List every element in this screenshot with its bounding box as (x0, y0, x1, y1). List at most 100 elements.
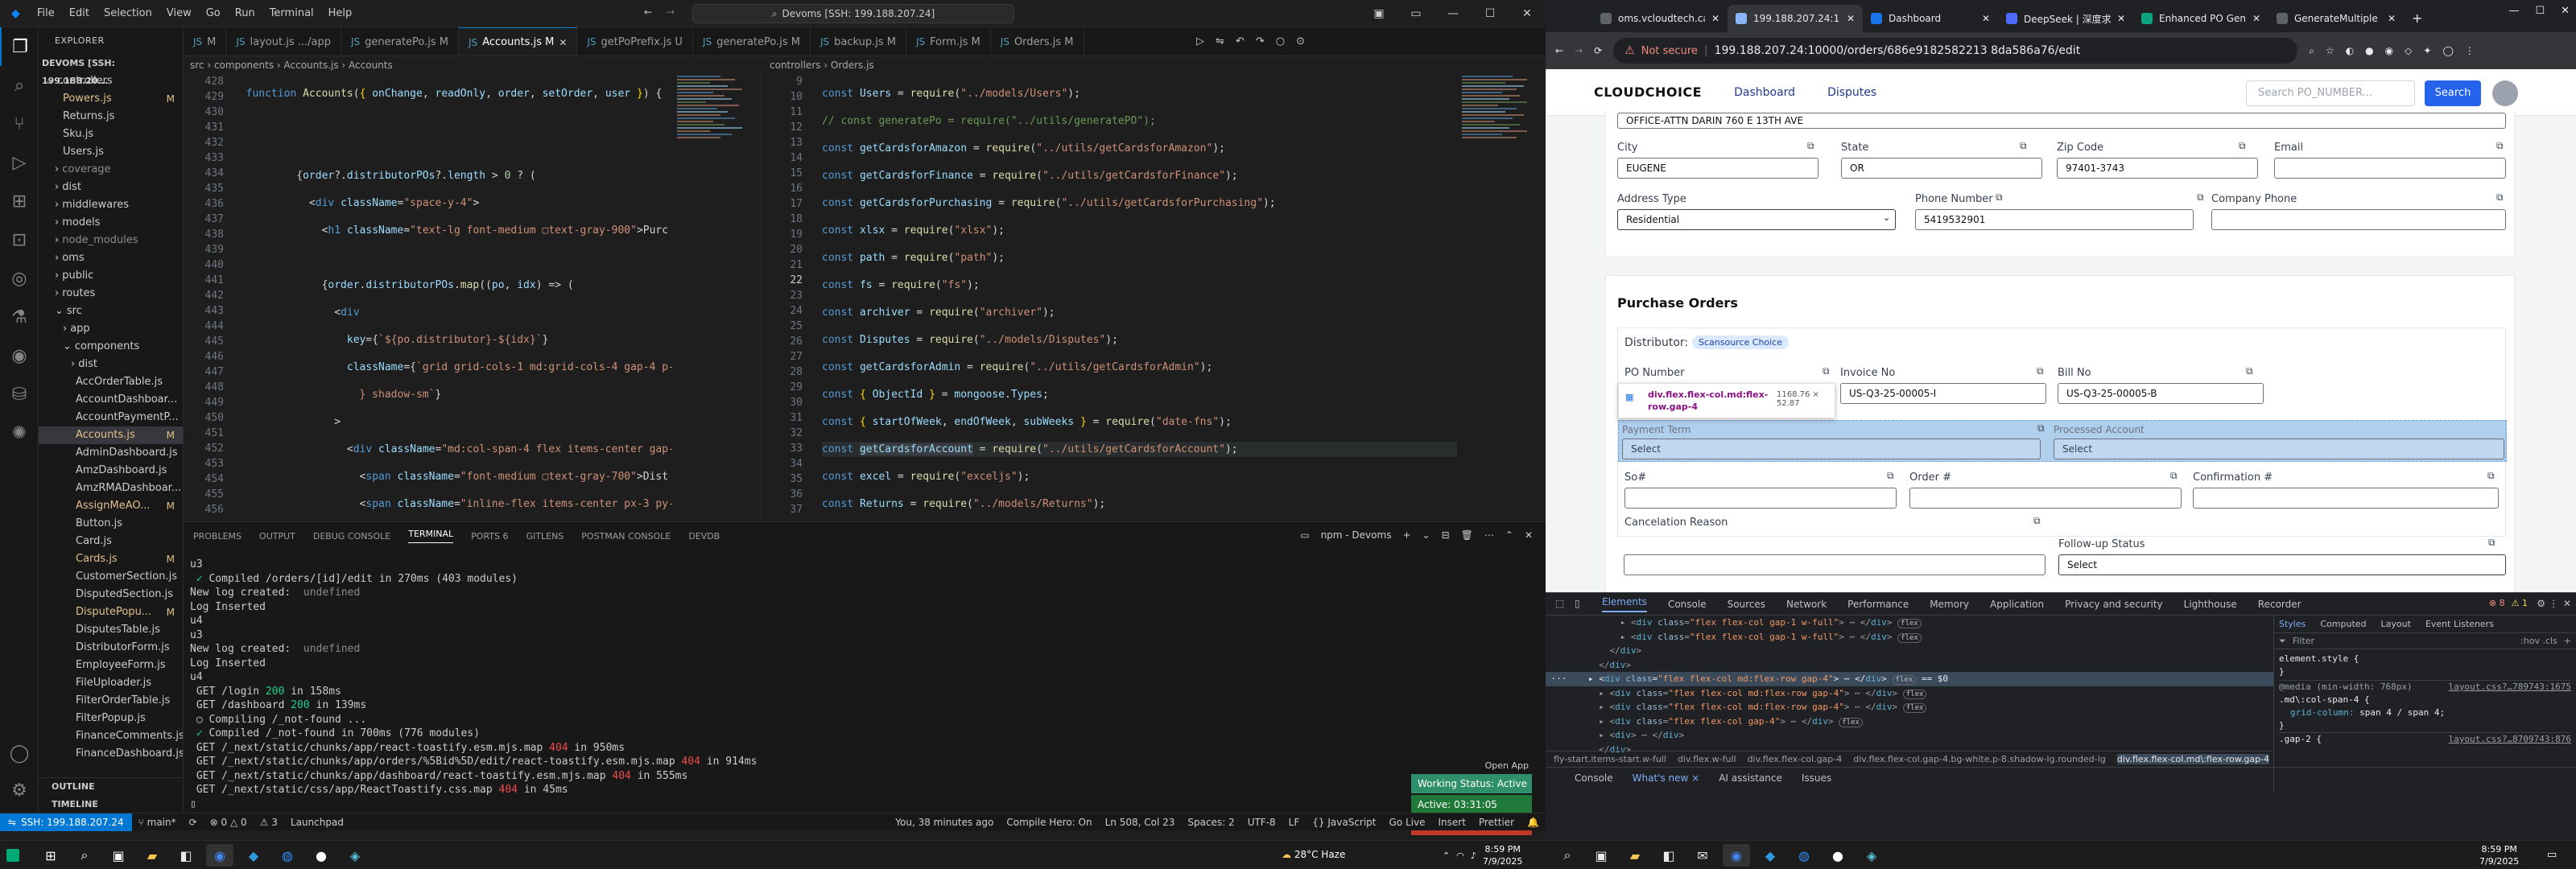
extension-icon[interactable]: ◇ (2405, 45, 2412, 56)
remote-indicator[interactable]: ⇋ SSH: 199.188.207.24 (0, 813, 132, 831)
device-icon[interactable]: ▯ (1575, 598, 1580, 609)
address-type-select[interactable]: Residential (1617, 209, 1896, 230)
close-tab-icon[interactable]: ✕ (1711, 13, 1719, 24)
tree-item[interactable]: FilterPopup.js (39, 710, 183, 727)
menu-item-terminal[interactable]: Terminal (270, 7, 314, 19)
app-icon[interactable]: ● (1824, 844, 1852, 867)
panel-tab-gitlens[interactable]: GITLENS (526, 531, 564, 542)
outline-section[interactable]: OUTLINE (39, 778, 183, 796)
nav-dashboard[interactable]: Dashboard (1734, 86, 1795, 99)
phone-field[interactable]: 5419532901 (1915, 209, 2194, 230)
inspect-icon[interactable]: ⬚ (1555, 598, 1564, 609)
devtools-tab-lighthouse[interactable]: Lighthouse (2184, 599, 2237, 610)
tree-item[interactable]: Accounts.js M (39, 426, 183, 444)
problems-indicator[interactable]: ⊗ 0 △ 0 (204, 817, 254, 828)
cursor-position[interactable]: Ln 508, Col 23 (1099, 817, 1182, 828)
devtools-tab-console[interactable]: Console (1668, 599, 1707, 610)
copy-icon[interactable]: ⧉ (2246, 365, 2253, 377)
editor-tab[interactable]: JS layout.js .../app (226, 27, 341, 56)
browser-tab[interactable]: oms.vcloudtech.ca ✕ (1592, 5, 1728, 32)
dom-breadcrumb-item[interactable]: div.flex.w-full (1678, 754, 1736, 764)
devtools-counts[interactable]: ⊗ 8 ⚠ 1 (2489, 598, 2528, 608)
search-icon[interactable]: ⌕ (71, 844, 98, 867)
tree-item[interactable]: DisputesTable.js (39, 621, 183, 639)
menu-item-go[interactable]: Go (206, 7, 221, 19)
zip-field[interactable]: 97401-3743 (2057, 158, 2258, 179)
clock[interactable]: 8:59 PM 7/9/2025 (1483, 843, 1522, 867)
extension-icon[interactable]: ● (2365, 45, 2373, 56)
devtools-tab-performance[interactable]: Performance (1847, 599, 1909, 610)
more-icon[interactable]: ⋮ (2549, 598, 2558, 609)
notification-icon[interactable]: ▭ (2547, 849, 2557, 861)
tree-item[interactable]: ⌄ controllers (39, 72, 183, 90)
start-icon[interactable]: ⊞ (37, 844, 64, 867)
tree-item[interactable]: › middlewares (39, 196, 183, 214)
panel-tab-postman-console[interactable]: POSTMAN CONSOLE (581, 531, 671, 542)
terminal-title[interactable]: npm - Devoms (1321, 529, 1392, 541)
copy-icon[interactable]: ⧉ (2037, 422, 2045, 434)
editor-right[interactable]: 9 10 11 12 13 14 15 16 17 18 19 20 21 22 23 24 25 26 27 28 2… (762, 74, 1546, 521)
go-back-icon[interactable]: ↶ (1236, 35, 1245, 47)
panel-tab-ports-6[interactable]: PORTS 6 (471, 531, 508, 542)
layout-icon[interactable]: ▣ (1360, 0, 1397, 27)
tree-item[interactable]: Powers.js M (39, 90, 183, 108)
circle-icon[interactable]: ○ (1276, 35, 1285, 47)
copy-icon[interactable]: ⧉ (2488, 537, 2496, 549)
search-icon[interactable]: ⌕ (1554, 844, 1581, 867)
copy-icon[interactable]: ⧉ (2197, 192, 2204, 204)
copy-icon[interactable]: ⧉ (1996, 192, 2003, 204)
drawer-tab[interactable]: Console (1575, 772, 1613, 784)
insert-mode[interactable]: Insert (1431, 817, 1472, 828)
tree-item[interactable]: › models (39, 214, 183, 232)
account-icon[interactable]: ◯ (0, 734, 39, 772)
forward-arrow-icon[interactable]: → (1575, 45, 1583, 56)
devtools-tab-application[interactable]: Application (1990, 599, 2044, 610)
tree-item[interactable]: AdminDashboard.js (39, 444, 183, 462)
menu-item-help[interactable]: Help (328, 7, 353, 19)
bill-field[interactable]: US-Q3-25-00005-B (2058, 383, 2264, 404)
widgets-icon[interactable] (6, 849, 19, 862)
dom-breadcrumb-item[interactable]: div.flex.flex-col.gap-4 (1748, 754, 1843, 764)
testing-icon[interactable]: ⚗ (0, 298, 39, 336)
tree-item[interactable]: › routes (39, 285, 183, 303)
tree-item[interactable]: Sku.js (39, 126, 183, 143)
compare-icon[interactable]: ⇋ (1216, 35, 1224, 47)
back-arrow-icon[interactable]: ← (644, 6, 652, 18)
tree-item[interactable]: AssignMeAO... M (39, 497, 183, 515)
follow-up-select[interactable]: Select (2058, 554, 2506, 575)
editor-left[interactable]: 428 429 430 431 432 433 434 435 436 437 438 439 440 4… (184, 74, 762, 521)
order-field[interactable] (1909, 488, 2182, 509)
dom-breadcrumb-item[interactable]: fly-start.items-start.w-full (1554, 754, 1666, 764)
store-icon[interactable]: ◧ (1655, 844, 1682, 867)
wifi-icon[interactable]: ◠ (1456, 850, 1464, 861)
settings-gear-icon[interactable]: ⚙ (2537, 598, 2545, 609)
branch-indicator[interactable]: ⑂ main* (132, 817, 183, 828)
tree-item[interactable]: FinanceComments.js (39, 727, 183, 745)
tree-item[interactable]: ⌄ src (39, 303, 183, 320)
styles-tab-styles[interactable]: Styles (2279, 619, 2306, 629)
gitlens-icon[interactable]: ◎ (0, 259, 39, 298)
rule2-selector[interactable]: .gap-2 { (2279, 733, 2322, 746)
vscode-icon[interactable]: ◆ (240, 844, 267, 867)
clock-right[interactable]: 8:59 PM 7/9/2025 (2479, 843, 2519, 867)
mail-icon[interactable]: ✉ (1689, 844, 1716, 867)
panel-tab-debug-console[interactable]: DEBUG CONSOLE (313, 531, 390, 542)
tree-item[interactable]: DistributorForm.js (39, 639, 183, 657)
new-tab-icon[interactable]: + (2404, 10, 2430, 32)
vscode-icon[interactable]: ◆ (1757, 844, 1784, 867)
launchpad-item[interactable]: Launchpad (284, 817, 350, 828)
tree-item[interactable]: AccountDashboar... (39, 391, 183, 409)
close-icon[interactable]: ✕ (2563, 598, 2571, 609)
browser-tab[interactable]: 199.188.207.24:10 ✕ (1728, 5, 1863, 32)
copy-icon[interactable]: ⧉ (2496, 192, 2504, 204)
menu-item-edit[interactable]: Edit (69, 7, 89, 19)
browser-tab[interactable]: Dashboard ✕ (1863, 5, 1998, 32)
postman-icon[interactable]: ✺ (0, 414, 39, 452)
go-forward-icon[interactable]: ↷ (1256, 35, 1265, 47)
copy-icon[interactable]: ⧉ (2033, 515, 2041, 527)
devtools-tab-sources[interactable]: Sources (1728, 599, 1765, 610)
cancelation-field[interactable] (1624, 554, 2046, 575)
source-control-icon[interactable]: ⑂ (0, 105, 39, 143)
open-app-button[interactable]: Open App (1411, 758, 1532, 774)
drawer-tab[interactable]: What's new × (1633, 772, 1700, 784)
